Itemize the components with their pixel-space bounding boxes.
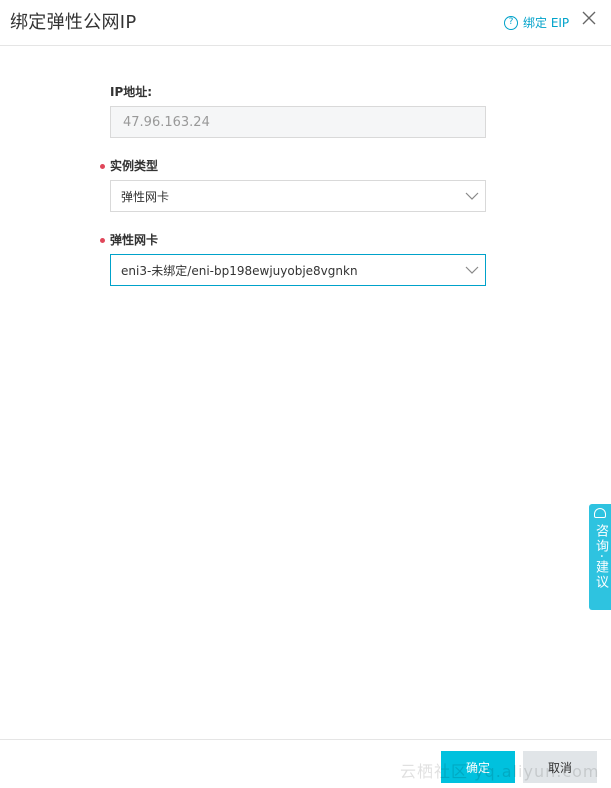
ip-address-value: 47.96.163.24 bbox=[123, 114, 210, 130]
instance-type-select[interactable]: 弹性网卡 bbox=[110, 180, 486, 212]
required-dot-icon bbox=[100, 237, 105, 243]
dialog-title: 绑定弹性公网IP bbox=[10, 12, 137, 33]
cancel-button[interactable]: 取消 bbox=[523, 751, 597, 783]
confirm-button[interactable]: 确定 bbox=[441, 751, 515, 783]
bind-eip-form: IP地址: 47.96.163.24 实例类型 弹性网卡 弹性网卡 eni3-未… bbox=[100, 84, 486, 306]
chevron-down-icon bbox=[465, 192, 479, 200]
dialog-footer: 确定 取消 bbox=[0, 739, 611, 788]
instance-type-value: 弹性网卡 bbox=[121, 189, 170, 204]
eni-label: 弹性网卡 bbox=[110, 233, 159, 247]
chat-icon bbox=[594, 508, 606, 518]
consult-suggest-widget[interactable]: 咨询·建议 bbox=[589, 504, 611, 610]
help-link[interactable]: ? 绑定 EIP bbox=[504, 14, 569, 31]
instance-type-group: 实例类型 弹性网卡 bbox=[100, 158, 486, 212]
dialog-header: 绑定弹性公网IP ? 绑定 EIP bbox=[0, 0, 611, 46]
consult-suggest-label: 咨询·建议 bbox=[593, 524, 608, 591]
chevron-down-icon bbox=[465, 266, 479, 274]
help-link-label: 绑定 EIP bbox=[523, 16, 570, 30]
ip-address-label: IP地址: bbox=[110, 85, 153, 99]
eni-value: eni3-未绑定/eni-bp198ewjuyobje8vgnkn bbox=[121, 263, 358, 278]
ip-address-field: 47.96.163.24 bbox=[110, 106, 486, 138]
required-dot-icon bbox=[100, 163, 105, 169]
eni-select[interactable]: eni3-未绑定/eni-bp198ewjuyobje8vgnkn bbox=[110, 254, 486, 286]
ip-address-group: IP地址: 47.96.163.24 bbox=[110, 84, 486, 138]
instance-type-label: 实例类型 bbox=[110, 159, 159, 173]
question-circle-icon: ? bbox=[504, 15, 518, 30]
eni-group: 弹性网卡 eni3-未绑定/eni-bp198ewjuyobje8vgnkn bbox=[100, 232, 486, 286]
close-icon[interactable] bbox=[581, 10, 597, 26]
